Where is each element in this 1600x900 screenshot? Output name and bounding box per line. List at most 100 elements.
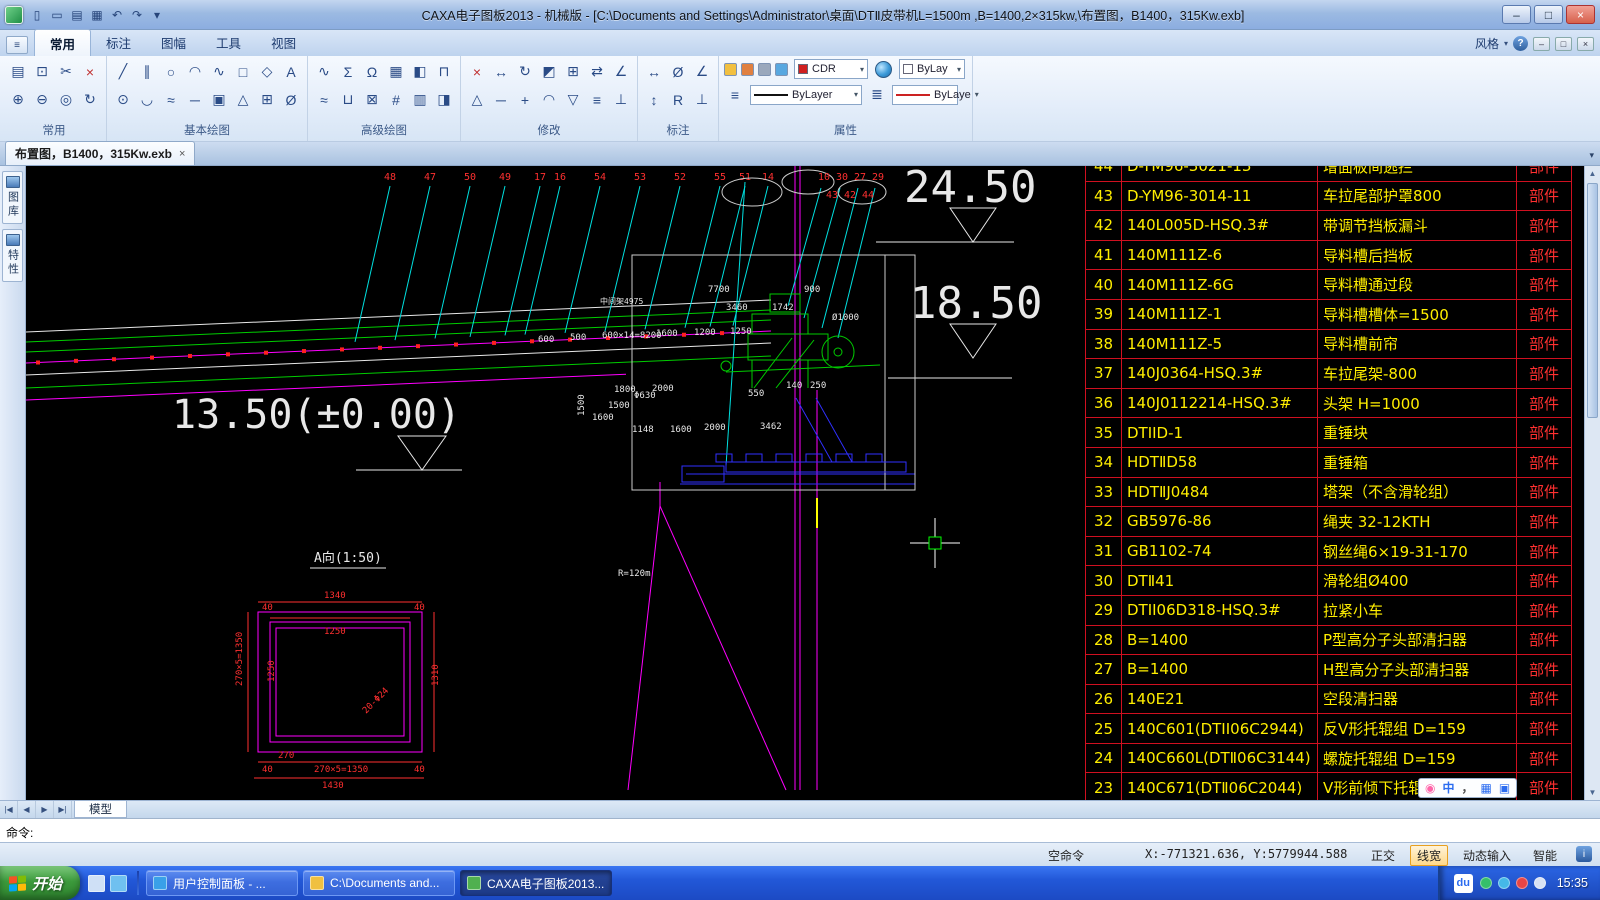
start-button[interactable]: 开始 <box>0 866 80 900</box>
redo-icon[interactable]: ↷ <box>127 5 147 25</box>
model-nav-1[interactable]: ◀ <box>18 801 36 818</box>
command-line[interactable]: 命令: <box>0 818 1600 842</box>
wave2-icon[interactable]: ≈ <box>313 87 335 112</box>
circle-icon[interactable]: ○ <box>160 59 182 84</box>
ribbon-tab-视图[interactable]: 视图 <box>256 29 311 56</box>
symbol-icon[interactable]: Ω <box>361 59 383 84</box>
scroll-up-icon[interactable]: ▲ <box>1585 166 1600 181</box>
task-caxa[interactable]: CAXA电子图板2013... <box>460 870 612 896</box>
formula-icon[interactable]: Σ <box>337 59 359 84</box>
chamfer-icon[interactable]: ∠ <box>610 59 632 84</box>
slot-icon[interactable]: ⊓ <box>433 59 455 84</box>
side-panel-tab-2[interactable]: 特性 <box>2 229 23 282</box>
rectangle-icon[interactable]: □ <box>232 59 254 84</box>
block2-icon[interactable]: ◨ <box>433 87 455 112</box>
browser-icon[interactable] <box>110 875 127 892</box>
tray-msg-icon[interactable] <box>1498 877 1510 889</box>
filled-rect-icon[interactable]: ▣ <box>208 87 230 112</box>
document-tab[interactable]: 布置图，B1400，315Kw.exb × <box>5 141 195 165</box>
channel-icon[interactable]: ⊔ <box>337 87 359 112</box>
vertical-scrollbar[interactable]: ▲ ▼ <box>1584 166 1600 800</box>
show-desktop-icon[interactable] <box>88 875 105 892</box>
move-icon[interactable]: ↔ <box>490 59 512 84</box>
print-icon[interactable]: ▦ <box>87 5 107 25</box>
help-icon[interactable]: ? <box>1513 36 1528 51</box>
ribbon-tab-常用[interactable]: 常用 <box>34 29 91 56</box>
layer-light-icon[interactable] <box>724 63 737 76</box>
maximize-button[interactable]: □ <box>1534 5 1563 24</box>
pan-icon[interactable]: ◎ <box>55 87 77 112</box>
copy-icon[interactable]: ⊡ <box>31 59 53 84</box>
tray-alert-icon[interactable] <box>1516 877 1528 889</box>
ribbon-tab-图幅[interactable]: 图幅 <box>146 29 201 56</box>
zoom-out-icon[interactable]: ⊖ <box>31 87 53 112</box>
zoom-in-icon[interactable]: ⊕ <box>7 87 29 112</box>
doc-restore-button[interactable]: □ <box>1555 37 1572 51</box>
document-tab-close-icon[interactable]: × <box>179 148 185 160</box>
model-nav-2[interactable]: ▶ <box>36 801 54 818</box>
wavy-line-icon[interactable]: ≈ <box>160 87 182 112</box>
doc-close-button[interactable]: × <box>1577 37 1594 51</box>
segment-icon[interactable]: ─ <box>184 87 206 112</box>
rotate-icon[interactable]: ↻ <box>514 59 536 84</box>
smart-snap-icon[interactable]: i <box>1576 846 1592 862</box>
hatch2-icon[interactable]: ▥ <box>409 87 431 112</box>
delete-icon[interactable]: × <box>79 59 101 84</box>
erase-icon[interactable]: × <box>466 59 488 84</box>
arc-icon[interactable]: ◠ <box>184 59 206 84</box>
scrollbar-thumb[interactable] <box>1587 183 1598 418</box>
cut-icon[interactable]: ✂ <box>55 59 77 84</box>
paste-icon[interactable]: ▤ <box>7 59 29 84</box>
diameter-icon[interactable]: Ø <box>280 87 302 112</box>
layer-dropdown[interactable]: ByLay▾ <box>899 59 965 79</box>
model-nav-0[interactable]: |◀ <box>0 801 18 818</box>
dim-vertical-icon[interactable]: ↕ <box>643 87 665 112</box>
tray-volume-icon[interactable] <box>1534 877 1546 889</box>
explode-icon[interactable]: ≡ <box>586 87 608 112</box>
center-circle-icon[interactable]: ⊙ <box>112 87 134 112</box>
block-icon[interactable]: ◧ <box>409 59 431 84</box>
linetype-list-icon[interactable]: ≣ <box>866 82 888 107</box>
align-icon[interactable]: ⊥ <box>610 87 632 112</box>
status-toggle-线宽[interactable]: 线宽 <box>1410 845 1448 866</box>
style-dropdown[interactable]: 风格 <box>1475 35 1499 52</box>
array-icon[interactable]: ⊞ <box>562 59 584 84</box>
side-panel-tab-1[interactable]: 图库 <box>2 171 23 224</box>
line-icon[interactable]: ╱ <box>112 59 134 84</box>
dim-perp-icon[interactable]: ⊥ <box>691 87 713 112</box>
region-icon[interactable]: ⊠ <box>361 87 383 112</box>
globe-icon[interactable] <box>875 61 892 78</box>
text-icon[interactable]: A <box>280 59 302 84</box>
triangle-icon[interactable]: △ <box>232 87 254 112</box>
stretch-icon[interactable]: ─ <box>490 87 512 112</box>
main-menu-icon[interactable]: ≡ <box>6 36 28 54</box>
doc-minimize-button[interactable]: – <box>1533 37 1550 51</box>
ime-toolbox-icon[interactable]: ▣ <box>1499 782 1510 794</box>
dim-angle-icon[interactable]: ∠ <box>691 59 713 84</box>
undo-icon[interactable]: ↶ <box>107 5 127 25</box>
close-button[interactable]: × <box>1566 5 1595 24</box>
tray-green-icon[interactable] <box>1480 877 1492 889</box>
task-explorer[interactable]: C:\Documents and... <box>303 870 455 896</box>
grid-icon[interactable]: ⊞ <box>256 87 278 112</box>
polygon-icon[interactable]: ◇ <box>256 59 278 84</box>
hatch-icon[interactable]: ▦ <box>385 59 407 84</box>
open-file-icon[interactable]: ▭ <box>47 5 67 25</box>
arc-3pt-icon[interactable]: ◡ <box>136 87 158 112</box>
spline-icon[interactable]: ∿ <box>208 59 230 84</box>
ime-logo-icon[interactable]: ◉ <box>1425 782 1435 794</box>
status-toggle-智能[interactable]: 智能 <box>1526 845 1564 866</box>
mirror-icon[interactable]: ◩ <box>538 59 560 84</box>
ime-punct-mode[interactable]: ， <box>1462 782 1474 794</box>
extend-icon[interactable]: + <box>514 87 536 112</box>
color-dropdown[interactable]: CDR▾ <box>794 59 868 79</box>
scale-icon[interactable]: △ <box>466 87 488 112</box>
task-user-panel[interactable]: 用户控制面板 - ... <box>146 870 298 896</box>
dim-radius-icon[interactable]: R <box>667 87 689 112</box>
ribbon-tab-标注[interactable]: 标注 <box>91 29 146 56</box>
linestyle-dropdown[interactable]: ByLayer▾ <box>750 85 862 105</box>
lineweight-icon[interactable]: ≡ <box>724 82 746 107</box>
ime-keyboard-icon[interactable]: ▦ <box>1481 782 1492 794</box>
scroll-down-icon[interactable]: ▼ <box>1585 785 1600 800</box>
new-file-icon[interactable]: ▯ <box>27 5 47 25</box>
